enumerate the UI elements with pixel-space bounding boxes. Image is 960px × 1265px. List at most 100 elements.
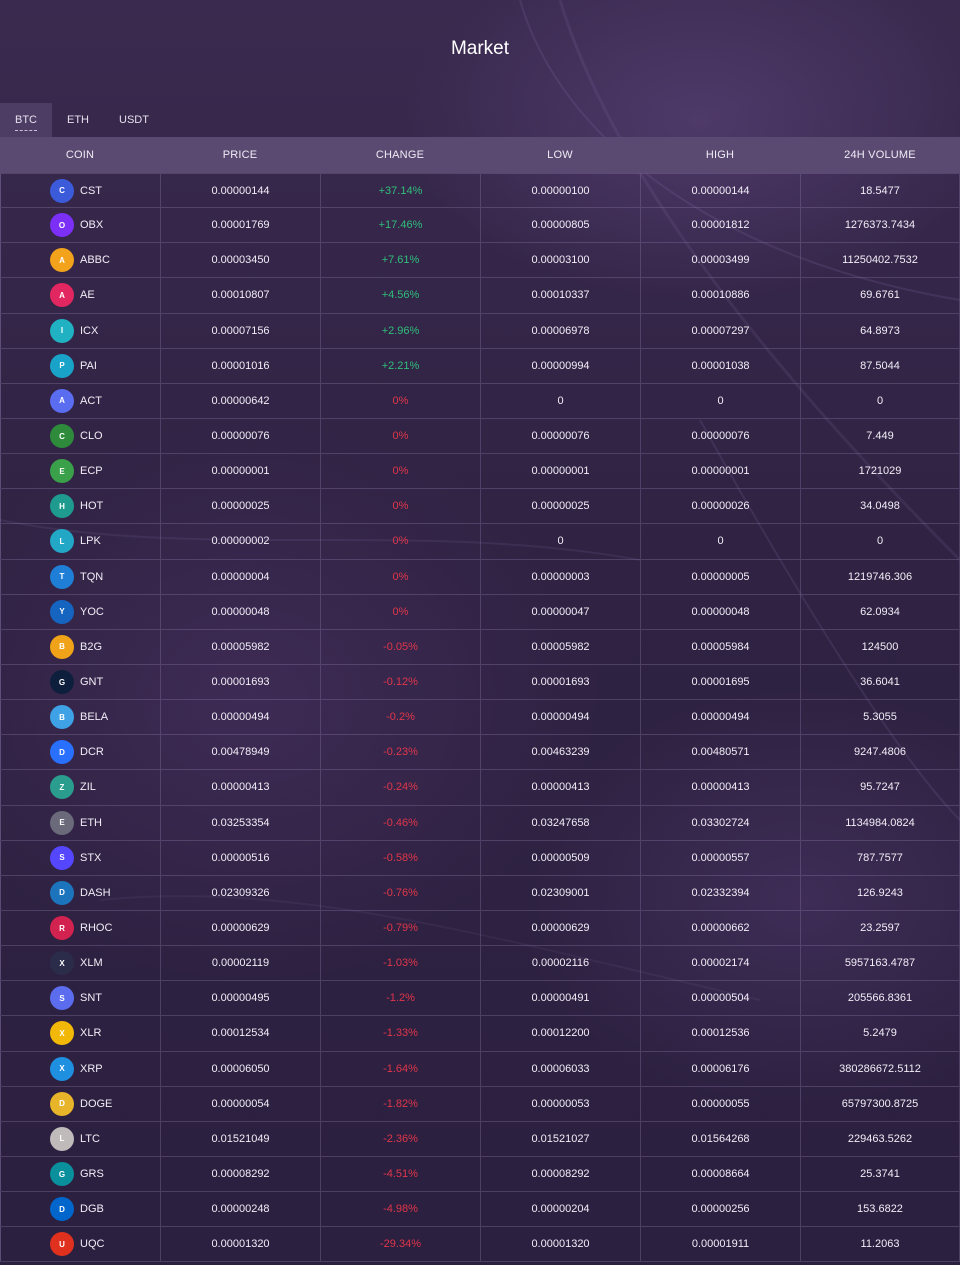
table-row[interactable]: S SNT 0.00000495 -1.2% 0.00000491 0.00000504 2…: [0, 981, 960, 1017]
price-cell: 0.00000248: [160, 1192, 320, 1227]
table-row[interactable]: C CST 0.00000144 +37.14% 0.00000100 0.0000014…: [0, 173, 960, 209]
page-title: Market: [450, 38, 510, 59]
high-cell: 0.00000005: [640, 559, 800, 594]
zil-icon: Z: [50, 775, 74, 800]
coin-name: ICX: [80, 324, 99, 337]
coin-name: XRP: [80, 1062, 103, 1075]
coin-cell: H HOT: [0, 489, 160, 524]
price-cell: 0.00007156: [160, 313, 320, 348]
table-row[interactable]: A ACT 0.00000642 0% 0 0 0: [0, 383, 960, 419]
table-row[interactable]: C CLO 0.00000076 0% 0.00000076 0.00000076 7.44…: [0, 418, 960, 455]
table-row[interactable]: X XLR 0.00012534 -1.33% 0.00012200 0.00012536…: [0, 1016, 960, 1052]
table-row[interactable]: S STX 0.00000516 -0.58% 0.00000509 0.00000557…: [0, 840, 960, 876]
table-row[interactable]: B B2G 0.00005982 -0.05% 0.00005982 0.00005984…: [0, 629, 960, 665]
volume-cell: 124500: [800, 629, 960, 664]
volume-cell: 95.7247: [800, 770, 960, 805]
high-cell: 0.00007297: [640, 313, 800, 348]
xrp-icon: X: [50, 1056, 74, 1081]
column-header-coin[interactable]: COIN: [0, 137, 160, 173]
table-row[interactable]: E ECP 0.00000001 0% 0.00000001 0.00000001 1721…: [0, 454, 960, 490]
table-row[interactable]: Y YOC 0.00000048 0% 0.00000047 0.00000048 62.0…: [0, 594, 960, 630]
coin-name: UQC: [80, 1238, 105, 1251]
coin-name: GRS: [80, 1168, 104, 1180]
tab-eth[interactable]: ETH: [52, 103, 104, 137]
volume-cell: 25.3741: [800, 1156, 960, 1192]
change-cell: -1.2%: [320, 981, 480, 1016]
change-cell: -1.03%: [320, 946, 480, 981]
coin-name: HOT: [80, 500, 104, 513]
tqn-icon: T: [50, 564, 74, 589]
coin-cell: T TQN: [0, 559, 160, 594]
low-cell: 0.00002116: [480, 946, 640, 981]
table-row[interactable]: E ETH 0.03253354 -0.46% 0.03247658 0.03302724…: [0, 805, 960, 841]
xlr-icon: X: [50, 1021, 74, 1046]
table-row[interactable]: I ICX 0.00007156 +2.96% 0.00006978 0.00007297…: [0, 313, 960, 349]
price-cell: 0.00000076: [160, 418, 320, 454]
table-row[interactable]: R RHOC 0.00000629 -0.79% 0.00000629 0.0000066…: [0, 910, 960, 947]
table-row[interactable]: A ABBC 0.00003450 +7.61% 0.00003100 0.0000349…: [0, 243, 960, 279]
market-table: COIN PRICE CHANGE LOW HIGH 24H VOLUME C CST 0.0…: [0, 137, 960, 1263]
column-header-high[interactable]: HIGH: [640, 137, 800, 173]
ecp-icon: E: [50, 459, 74, 484]
coin-cell: D DGB: [0, 1192, 160, 1227]
low-cell: 0.00000100: [480, 174, 640, 208]
coin-cell: G GNT: [0, 664, 160, 700]
table-row[interactable]: L LTC 0.01521049 -2.36% 0.01521027 0.01564268…: [0, 1121, 960, 1157]
table-row[interactable]: D DASH 0.02309326 -0.76% 0.02309001 0.0233239…: [0, 875, 960, 911]
change-cell: +7.61%: [320, 243, 480, 278]
low-cell: 0.00005982: [480, 629, 640, 664]
table-header: COIN PRICE CHANGE LOW HIGH 24H VOLUME: [0, 137, 960, 173]
change-cell: -29.34%: [320, 1227, 480, 1262]
table-row[interactable]: X XLM 0.00002119 -1.03% 0.00002116 0.00002174…: [0, 946, 960, 982]
table-row[interactable]: G GRS 0.00008292 -4.51% 0.00008292 0.00008664…: [0, 1156, 960, 1193]
table-row[interactable]: D DOGE 0.00000054 -1.82% 0.00000053 0.0000005…: [0, 1086, 960, 1122]
tab-usdt[interactable]: USDT: [104, 103, 164, 137]
coin-cell: S SNT: [0, 981, 160, 1016]
coin-cell: B B2G: [0, 629, 160, 664]
low-cell: 0.00001320: [480, 1227, 640, 1262]
price-cell: 0.03253354: [160, 805, 320, 840]
table-row[interactable]: X XRP 0.00006050 -1.64% 0.00006033 0.00006176…: [0, 1051, 960, 1087]
ae-icon: A: [50, 283, 74, 308]
coin-name: RHOC: [80, 922, 113, 935]
icx-icon: I: [50, 318, 74, 343]
low-cell: 0.00006978: [480, 313, 640, 348]
volume-cell: 153.6822: [800, 1192, 960, 1227]
coin-cell: C CST: [0, 174, 160, 208]
table-row[interactable]: U UQC 0.00001320 -29.34% 0.00001320 0.0000191…: [0, 1227, 960, 1263]
table-row[interactable]: T TQN 0.00000004 0% 0.00000003 0.00000005 1219…: [0, 559, 960, 595]
table-row[interactable]: D DCR 0.00478949 -0.23% 0.00463239 0.00480571…: [0, 735, 960, 771]
table-row[interactable]: A AE 0.00010807 +4.56% 0.00010337 0.00010886 6…: [0, 278, 960, 314]
table-row[interactable]: L LPK 0.00000002 0% 0 0 0: [0, 524, 960, 560]
table-row[interactable]: B BELA 0.00000494 -0.2% 0.00000494 0.00000494…: [0, 700, 960, 736]
column-header-price[interactable]: PRICE: [160, 137, 320, 173]
coin-name: ETH: [80, 816, 102, 829]
volume-cell: 5957163.4787: [800, 946, 960, 981]
high-cell: 0.01564268: [640, 1121, 800, 1156]
volume-cell: 0: [800, 383, 960, 418]
coin-name: DASH: [80, 886, 111, 899]
column-header-volume[interactable]: 24H VOLUME: [800, 137, 960, 173]
tab-btc[interactable]: BTC: [0, 103, 52, 137]
high-cell: 0.00001911: [640, 1227, 800, 1262]
low-cell: 0.00000629: [480, 910, 640, 946]
table-row[interactable]: D DGB 0.00000248 -4.98% 0.00000204 0.00000256…: [0, 1192, 960, 1228]
change-cell: +17.46%: [320, 208, 480, 243]
volume-cell: 787.7577: [800, 840, 960, 875]
coin-cell: G GRS: [0, 1156, 160, 1192]
column-header-low[interactable]: LOW: [480, 137, 640, 173]
table-row[interactable]: O OBX 0.00001769 +17.46% 0.00000805 0.0000181…: [0, 208, 960, 244]
volume-cell: 1721029: [800, 454, 960, 489]
coin-cell: U UQC: [0, 1227, 160, 1262]
low-cell: 0.00000413: [480, 770, 640, 805]
price-cell: 0.00000413: [160, 770, 320, 805]
column-header-change[interactable]: CHANGE: [320, 137, 480, 173]
table-row[interactable]: H HOT 0.00000025 0% 0.00000025 0.00000026 34.0…: [0, 489, 960, 525]
table-row[interactable]: G GNT 0.00001693 -0.12% 0.00001693 0.00001695…: [0, 664, 960, 701]
price-cell: 0.00008292: [160, 1156, 320, 1192]
volume-cell: 229463.5262: [800, 1121, 960, 1156]
high-cell: 0.00012536: [640, 1016, 800, 1051]
table-row[interactable]: Z ZIL 0.00000413 -0.24% 0.00000413 0.00000413…: [0, 770, 960, 806]
table-row[interactable]: P PAI 0.00001016 +2.21% 0.00000994 0.00001038…: [0, 348, 960, 384]
high-cell: 0.00000048: [640, 594, 800, 629]
